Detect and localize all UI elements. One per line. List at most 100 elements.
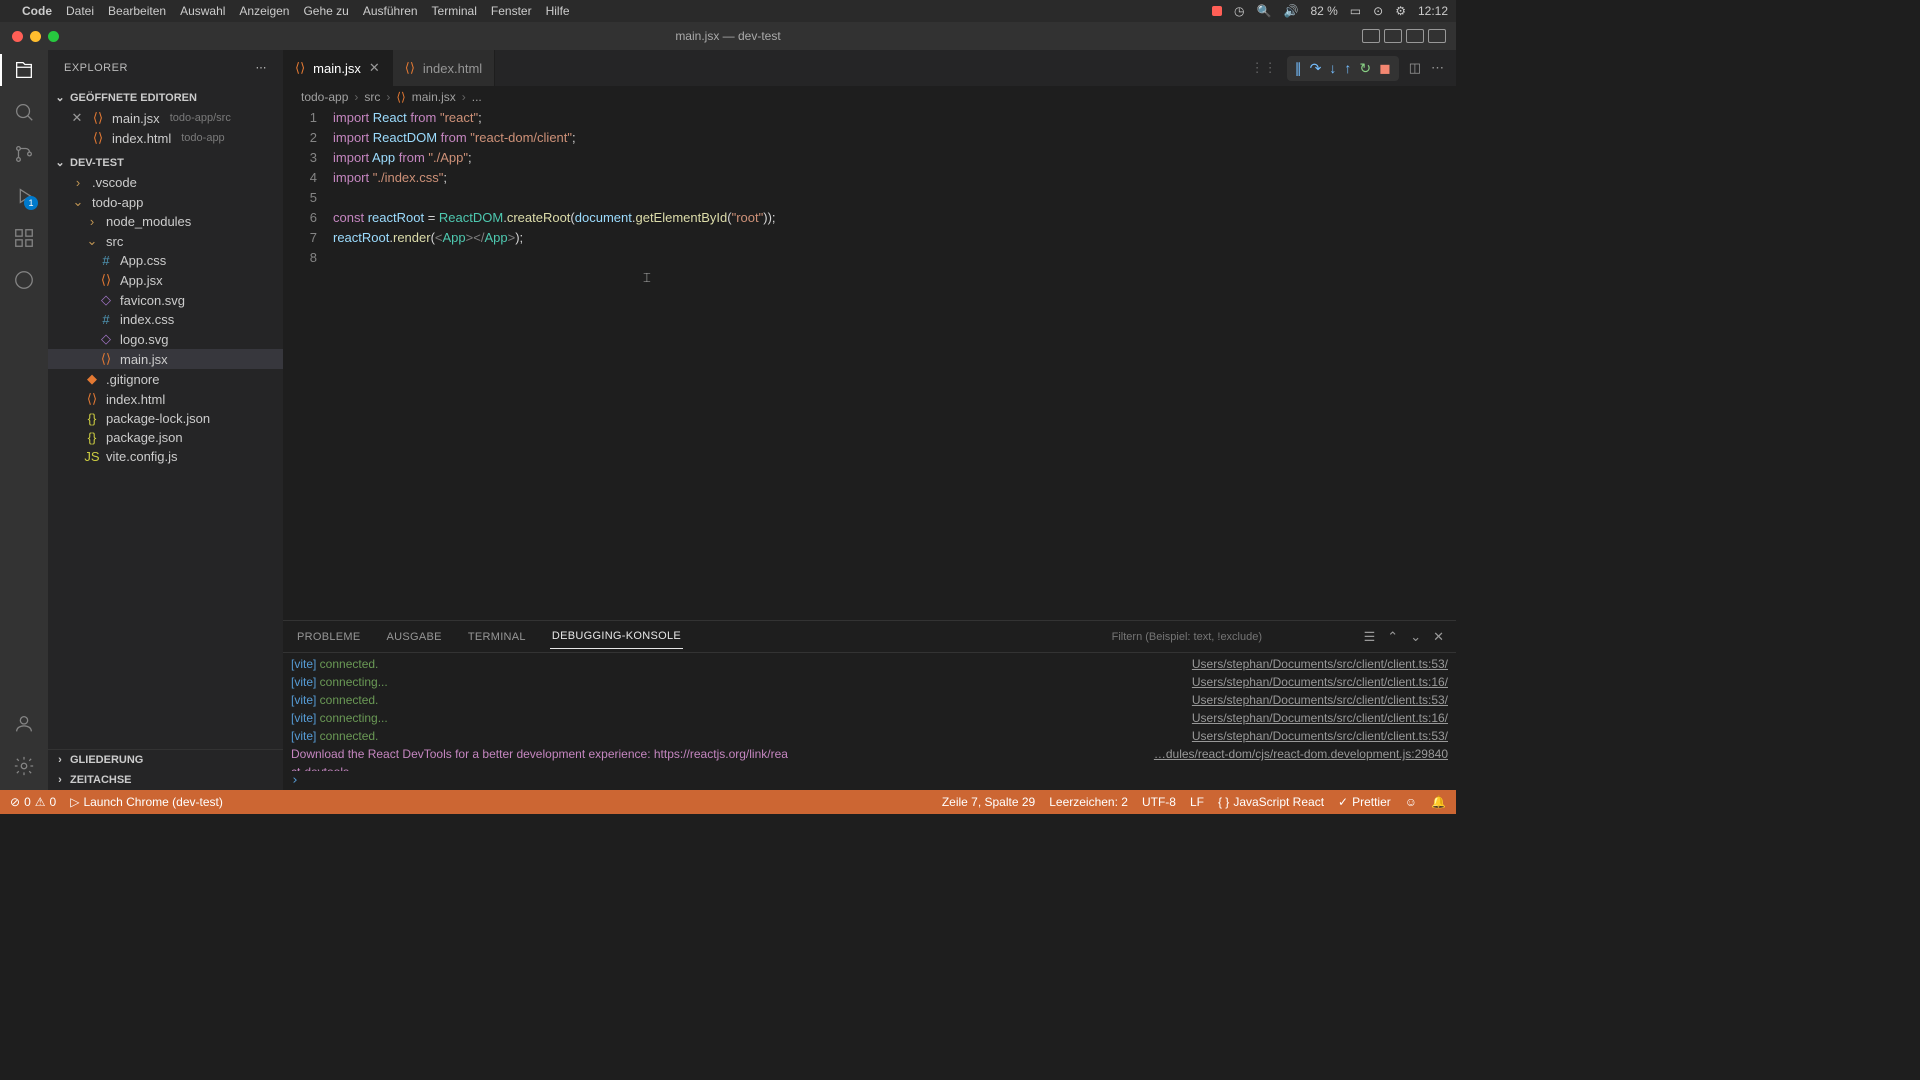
layout-customize-icon[interactable] bbox=[1428, 29, 1446, 43]
debug-step-into-button[interactable]: ↓ bbox=[1329, 60, 1336, 76]
console-input-prompt[interactable]: › bbox=[283, 771, 1456, 790]
settings-gear-icon[interactable] bbox=[12, 754, 36, 778]
file-item[interactable]: ⟨⟩index.html bbox=[48, 389, 283, 409]
clock[interactable]: 12:12 bbox=[1418, 4, 1448, 18]
toggl-icon[interactable]: ◷ bbox=[1234, 4, 1244, 18]
more-actions-icon[interactable]: ⋯ bbox=[1431, 60, 1444, 76]
control-center-icon[interactable]: ⚙ bbox=[1395, 4, 1406, 18]
minimize-window-button[interactable] bbox=[30, 31, 41, 42]
panel-tab-problems[interactable]: PROBLEME bbox=[295, 625, 363, 649]
debug-console-body[interactable]: [vite] connected.Users/stephan/Documents… bbox=[283, 653, 1456, 771]
code-content[interactable]: import React from "react"; import ReactD… bbox=[333, 108, 1376, 620]
file-item[interactable]: {}package-lock.json bbox=[48, 409, 283, 428]
remote-icon[interactable] bbox=[12, 268, 36, 292]
battery-icon[interactable]: ▭ bbox=[1350, 4, 1361, 18]
search-icon[interactable] bbox=[12, 100, 36, 124]
debug-restart-button[interactable]: ↻ bbox=[1359, 60, 1371, 77]
status-language[interactable]: { } JavaScript React bbox=[1218, 795, 1324, 809]
file-item[interactable]: #index.css bbox=[48, 310, 283, 329]
explorer-icon[interactable] bbox=[12, 58, 36, 82]
source-control-icon[interactable] bbox=[12, 142, 36, 166]
open-editors-header[interactable]: ⌄GEÖFFNETE EDITOREN bbox=[48, 87, 283, 108]
run-debug-icon[interactable]: 1 bbox=[12, 184, 36, 208]
debug-stop-button[interactable]: ◼ bbox=[1379, 60, 1391, 77]
debug-step-out-button[interactable]: ↑ bbox=[1344, 60, 1351, 76]
console-source-link[interactable]: Users/stephan/Documents/src/client/clien… bbox=[1192, 727, 1448, 745]
menu-edit[interactable]: Bearbeiten bbox=[108, 4, 166, 18]
menu-file[interactable]: Datei bbox=[66, 4, 94, 18]
maximize-window-button[interactable] bbox=[48, 31, 59, 42]
status-prettier[interactable]: ✓ Prettier bbox=[1338, 795, 1391, 809]
folder-item[interactable]: ›node_modules bbox=[48, 212, 283, 231]
timeline-header[interactable]: ›ZEITACHSE bbox=[48, 770, 283, 790]
status-launch-config[interactable]: ▷ Launch Chrome (dev-test) bbox=[70, 795, 223, 809]
status-bell-icon[interactable]: 🔔 bbox=[1431, 795, 1446, 809]
open-editor-item[interactable]: ✕⟨⟩main.jsxtodo-app/src bbox=[48, 108, 283, 128]
battery-percent[interactable]: 82 % bbox=[1310, 4, 1337, 18]
breadcrumb-1[interactable]: src bbox=[364, 90, 380, 104]
close-tab-icon[interactable]: ✕ bbox=[369, 60, 380, 76]
status-spaces[interactable]: Leerzeichen: 2 bbox=[1049, 795, 1128, 809]
wifi-icon[interactable]: ⊙ bbox=[1373, 4, 1383, 18]
file-item[interactable]: ◇favicon.svg bbox=[48, 290, 283, 310]
breadcrumb-0[interactable]: todo-app bbox=[301, 90, 348, 104]
file-item[interactable]: ◆.gitignore bbox=[48, 369, 283, 389]
panel-tab-output[interactable]: AUSGABE bbox=[385, 625, 444, 649]
menu-window[interactable]: Fenster bbox=[491, 4, 532, 18]
close-window-button[interactable] bbox=[12, 31, 23, 42]
layout-left-icon[interactable] bbox=[1362, 29, 1380, 43]
status-feedback-icon[interactable]: ☺ bbox=[1405, 795, 1417, 809]
project-header[interactable]: ⌄DEV-TEST bbox=[48, 152, 283, 173]
file-item[interactable]: ◇logo.svg bbox=[48, 329, 283, 349]
screenrec-icon[interactable] bbox=[1212, 6, 1222, 16]
menu-terminal[interactable]: Terminal bbox=[432, 4, 477, 18]
file-item[interactable]: #App.css bbox=[48, 251, 283, 270]
file-item[interactable]: ⟨⟩main.jsx bbox=[48, 349, 283, 369]
file-item[interactable]: {}package.json bbox=[48, 428, 283, 447]
editor-tab[interactable]: ⟨⟩main.jsx✕ bbox=[283, 50, 393, 86]
console-source-link[interactable]: …dules/react-dom/cjs/react-dom.developme… bbox=[1154, 745, 1448, 763]
status-eol[interactable]: LF bbox=[1190, 795, 1204, 809]
drag-handle-icon[interactable]: ⋮⋮ bbox=[1251, 60, 1277, 76]
menu-view[interactable]: Anzeigen bbox=[239, 4, 289, 18]
menubar-app[interactable]: Code bbox=[22, 4, 52, 18]
console-source-link[interactable]: Users/stephan/Documents/src/client/clien… bbox=[1192, 691, 1448, 709]
console-source-link[interactable]: Users/stephan/Documents/src/client/clien… bbox=[1192, 709, 1448, 727]
panel-maximize-icon[interactable]: ⌃ bbox=[1387, 629, 1398, 645]
console-source-link[interactable]: Users/stephan/Documents/src/client/clien… bbox=[1192, 673, 1448, 691]
editor-tab[interactable]: ⟨⟩index.html bbox=[393, 50, 495, 86]
panel-close-icon[interactable]: ✕ bbox=[1433, 629, 1444, 645]
code-editor[interactable]: 12345678 import React from "react"; impo… bbox=[283, 108, 1456, 620]
console-source-link[interactable]: Users/stephan/Documents/src/client/clien… bbox=[1192, 655, 1448, 673]
debug-step-over-button[interactable]: ↷ bbox=[1310, 60, 1322, 77]
filter-settings-icon[interactable]: ☰ bbox=[1364, 629, 1376, 645]
file-item[interactable]: ⟨⟩App.jsx bbox=[48, 270, 283, 290]
extensions-icon[interactable] bbox=[12, 226, 36, 250]
panel-tab-debug-console[interactable]: DEBUGGING-KONSOLE bbox=[550, 624, 683, 649]
menu-run[interactable]: Ausführen bbox=[363, 4, 418, 18]
minimap[interactable] bbox=[1376, 108, 1456, 620]
panel-tab-terminal[interactable]: TERMINAL bbox=[466, 625, 528, 649]
folder-item[interactable]: ⌄src bbox=[48, 231, 283, 251]
layout-right-icon[interactable] bbox=[1406, 29, 1424, 43]
open-editor-item[interactable]: ⟨⟩index.htmltodo-app bbox=[48, 128, 283, 148]
layout-bottom-icon[interactable] bbox=[1384, 29, 1402, 43]
breadcrumb-2[interactable]: main.jsx bbox=[412, 90, 456, 104]
volume-icon[interactable]: 🔊 bbox=[1283, 4, 1298, 18]
breadcrumbs[interactable]: todo-app› src› ⟨⟩ main.jsx› ... bbox=[283, 86, 1456, 108]
panel-filter-input[interactable] bbox=[1112, 631, 1352, 643]
folder-item[interactable]: ⌄todo-app bbox=[48, 192, 283, 212]
folder-item[interactable]: ›.vscode bbox=[48, 173, 283, 192]
status-errors[interactable]: ⊘ 0 ⚠ 0 bbox=[10, 795, 56, 809]
menu-go[interactable]: Gehe zu bbox=[303, 4, 348, 18]
menu-help[interactable]: Hilfe bbox=[546, 4, 570, 18]
outline-header[interactable]: ›GLIEDERUNG bbox=[48, 750, 283, 770]
account-icon[interactable] bbox=[12, 712, 36, 736]
breadcrumb-3[interactable]: ... bbox=[472, 90, 482, 104]
split-editor-icon[interactable]: ◫ bbox=[1409, 60, 1421, 76]
close-editor-icon[interactable]: ✕ bbox=[70, 110, 84, 126]
panel-chevron-icon[interactable]: ⌄ bbox=[1410, 629, 1421, 645]
menu-selection[interactable]: Auswahl bbox=[180, 4, 225, 18]
file-item[interactable]: JSvite.config.js bbox=[48, 447, 283, 466]
more-icon[interactable]: ⋯ bbox=[256, 61, 268, 74]
